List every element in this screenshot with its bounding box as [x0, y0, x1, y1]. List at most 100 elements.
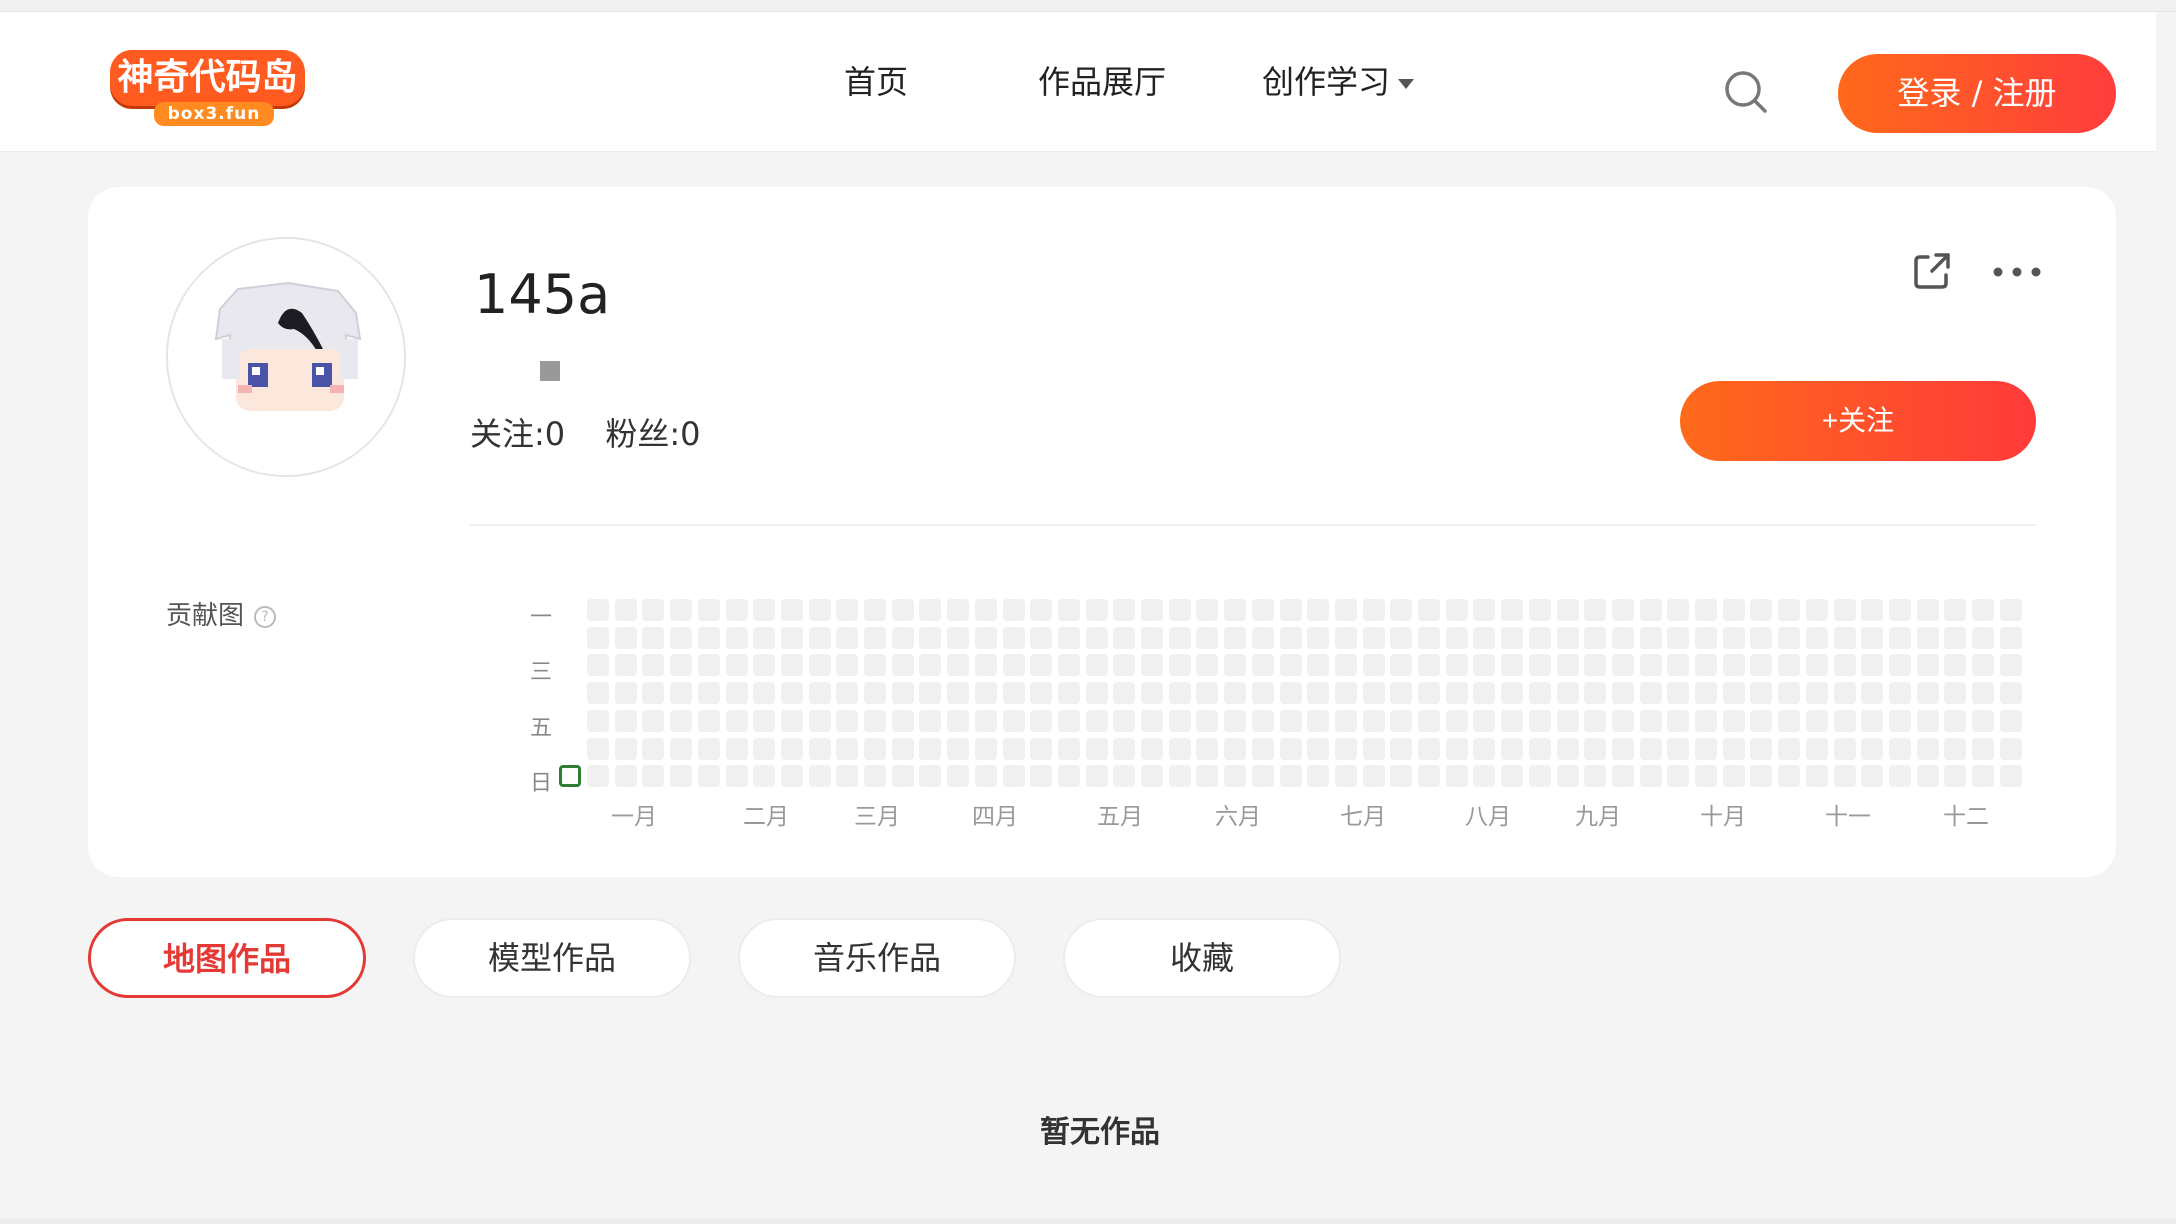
contribution-cell — [753, 599, 776, 621]
contribution-cell — [670, 709, 693, 732]
contribution-cell — [1168, 709, 1191, 732]
share-icon[interactable] — [1912, 251, 1952, 291]
contribution-cell — [1279, 682, 1302, 705]
month-label: 十一 — [1825, 804, 1871, 830]
contribution-cell — [1030, 737, 1053, 760]
contribution-cell — [670, 765, 693, 788]
contribution-cell — [1279, 765, 1302, 788]
followers-count[interactable]: 粉丝:0 — [605, 415, 700, 453]
contribution-cell — [725, 709, 748, 732]
contribution-cell — [1611, 599, 1634, 621]
divider — [470, 524, 2036, 526]
nav-learn-label: 创作学习 — [1262, 63, 1391, 101]
contribution-cell — [1556, 737, 1579, 760]
contribution-cell — [974, 654, 997, 677]
contribution-cell — [864, 654, 886, 677]
contribution-cell — [1196, 654, 1219, 677]
tab-music-works[interactable]: 音乐作品 — [738, 918, 1016, 998]
contribution-cell — [1030, 626, 1053, 649]
contribution-cell — [1944, 626, 1967, 649]
contribution-cell — [614, 626, 637, 649]
nav-learn[interactable]: 创作学习 — [1262, 52, 1415, 112]
tab-model-works[interactable]: 模型作品 — [413, 918, 691, 998]
contribution-cell — [1916, 737, 1939, 760]
contribution-cell — [1695, 654, 1717, 677]
contribution-cell — [1556, 709, 1579, 732]
contribution-cell — [1528, 682, 1551, 705]
contribution-cell — [947, 765, 970, 788]
chevron-down-icon — [1398, 79, 1415, 89]
contribution-cell — [1528, 626, 1551, 649]
contribution-cell — [808, 765, 831, 788]
contribution-cell — [1972, 682, 1994, 705]
contribution-cell — [1390, 599, 1413, 621]
contribution-cell — [1473, 737, 1496, 760]
site-logo[interactable]: 神奇代码岛 box3.fun — [110, 50, 305, 130]
contribution-cell — [1695, 599, 1717, 621]
month-label: 十月 — [1700, 804, 1746, 830]
contribution-cell — [1888, 599, 1911, 621]
month-label: 五月 — [1097, 804, 1143, 830]
contribution-cell — [670, 626, 693, 649]
following-count[interactable]: 关注:0 — [470, 415, 565, 453]
contribution-cell — [1196, 765, 1219, 788]
contribution-cell — [1611, 709, 1634, 732]
search-icon[interactable] — [1724, 70, 1768, 114]
contribution-cell — [1861, 682, 1884, 705]
contribution-cell — [697, 626, 720, 649]
avatar[interactable] — [166, 237, 406, 477]
contribution-cell — [1916, 626, 1939, 649]
contribution-cell — [780, 709, 803, 732]
contribution-label: 贡献图? — [166, 595, 277, 632]
contribution-cell — [1141, 682, 1163, 705]
contribution-cell — [614, 682, 637, 705]
contribution-cell — [947, 682, 970, 705]
contribution-cell — [1362, 737, 1385, 760]
contribution-cell — [1030, 654, 1053, 677]
contribution-cell — [1141, 599, 1163, 621]
contribution-cell — [1861, 709, 1884, 732]
contribution-cell — [670, 737, 693, 760]
contribution-cell — [1778, 599, 1801, 621]
contribution-cell — [1057, 765, 1080, 788]
contribution-cell — [1362, 599, 1385, 621]
contribution-cell — [1057, 626, 1080, 649]
contribution-cell — [1999, 599, 2022, 621]
nav-home[interactable]: 首页 — [844, 52, 908, 112]
contribution-cell — [1002, 626, 1025, 649]
contribution-cell — [1168, 737, 1191, 760]
contribution-cell — [1030, 709, 1053, 732]
help-icon[interactable]: ? — [254, 605, 277, 628]
contribution-cell — [1750, 599, 1773, 621]
login-register-button[interactable]: 登录 / 注册 — [1838, 54, 2116, 133]
contribution-cell — [1861, 626, 1884, 649]
contribution-cell — [1556, 682, 1579, 705]
contribution-cell — [780, 599, 803, 621]
follow-button[interactable]: +关注 — [1680, 381, 2036, 461]
contribution-cell — [1722, 737, 1745, 760]
contribution-cell — [1418, 682, 1440, 705]
tab-favorites[interactable]: 收藏 — [1063, 918, 1341, 998]
contribution-cell — [1279, 599, 1302, 621]
contribution-cell — [1750, 654, 1773, 677]
tab-map-works[interactable]: 地图作品 — [88, 918, 366, 998]
contribution-cell — [1030, 765, 1053, 788]
day-label-wed: 三 — [530, 660, 553, 685]
contribution-cell — [1085, 682, 1108, 705]
contribution-cell — [1445, 626, 1468, 649]
contribution-cell — [1196, 599, 1219, 621]
contribution-cell — [1251, 737, 1274, 760]
contribution-cell — [974, 709, 997, 732]
contribution-cell — [1528, 599, 1551, 621]
contribution-cell — [836, 737, 859, 760]
contribution-cell — [1224, 765, 1247, 788]
contribution-cell — [1750, 737, 1773, 760]
username: 145a — [474, 263, 611, 326]
contribution-cell — [1584, 599, 1607, 621]
contribution-cell — [614, 599, 637, 621]
contribution-cell — [974, 765, 997, 788]
contribution-cell — [1667, 599, 1690, 621]
more-options-icon[interactable] — [1992, 265, 2042, 279]
contribution-cell — [1667, 626, 1690, 649]
nav-gallery[interactable]: 作品展厅 — [1038, 52, 1166, 112]
